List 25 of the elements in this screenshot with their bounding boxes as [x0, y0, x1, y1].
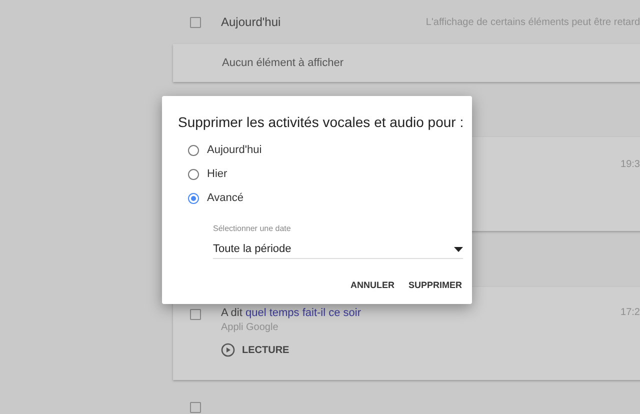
radio-button[interactable]	[188, 192, 199, 204]
dialog-button[interactable]: ANNULER	[350, 276, 394, 294]
play-icon	[221, 343, 235, 357]
radio-button[interactable]	[188, 144, 199, 156]
play-button[interactable]: LECTURE	[221, 343, 290, 357]
activity-time: 17:2	[620, 307, 640, 320]
radio-option[interactable]: Hier	[178, 162, 472, 186]
radio-option[interactable]: Aujourd'hui	[178, 138, 472, 162]
radio-button[interactable]	[188, 168, 199, 180]
query-link[interactable]: quel temps fait-il ce soir	[245, 307, 362, 319]
dialog-button[interactable]: SUPPRIMER	[408, 276, 462, 294]
day-heading: Aujourd'hui	[221, 15, 281, 29]
activity-source: Appli Google	[221, 322, 280, 333]
empty-message: Aucun élément à afficher	[222, 57, 344, 69]
caret-icon	[454, 246, 463, 252]
checkbox[interactable]	[190, 402, 201, 413]
date-select-label: Sélectionner une date	[213, 224, 291, 233]
radio-option[interactable]: Avancé	[178, 186, 472, 210]
checkbox[interactable]	[190, 16, 201, 28]
dialog-title: Supprimer les activités vocales et audio pour :	[178, 114, 465, 130]
activity-time: 19:3	[620, 159, 640, 172]
activity-text: A dit quel temps fait-il ce soir	[221, 307, 362, 319]
date-dropdown[interactable]: Toute la période	[213, 240, 463, 259]
delay-note: L'affichage de certains éléments peut être retard	[424, 16, 640, 28]
checkbox[interactable]	[190, 309, 201, 320]
